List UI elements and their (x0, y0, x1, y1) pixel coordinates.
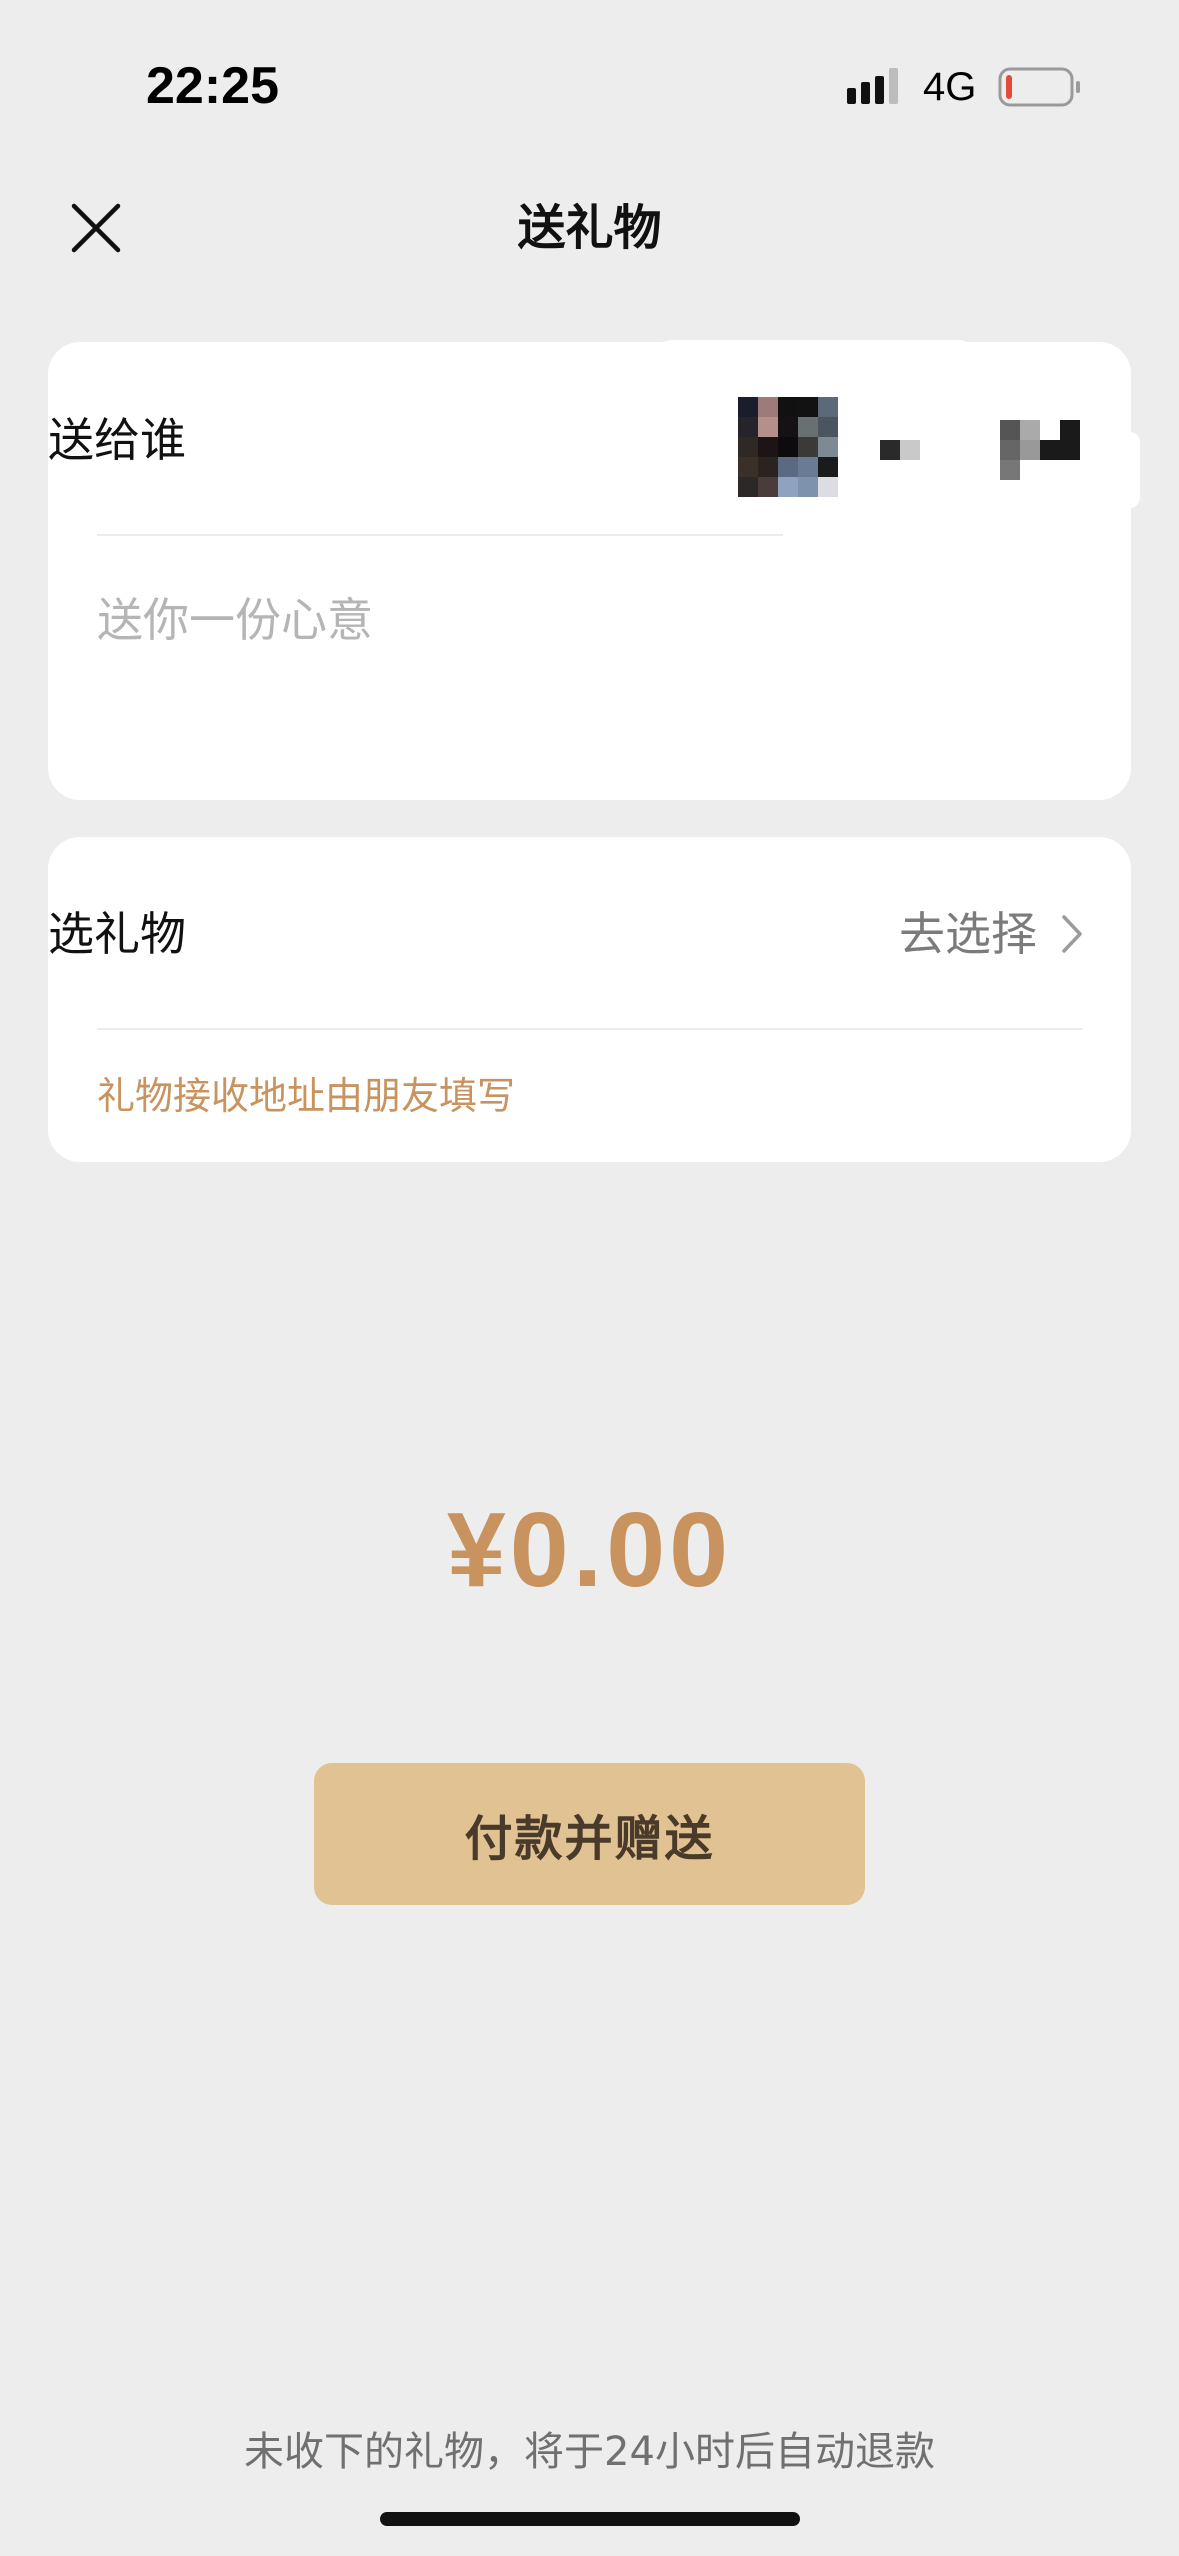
chevron-right-icon (1062, 915, 1082, 953)
choose-gift-label: 去选择 (899, 907, 1037, 961)
signal-icon (847, 68, 898, 104)
network-type: 4G (923, 65, 977, 109)
recipient-name (880, 440, 920, 460)
overlay-blob (1100, 432, 1140, 508)
recipient-avatar[interactable] (738, 397, 838, 497)
amount: ¥0.00 (446, 1491, 733, 1609)
gift-label: 选礼物 (48, 907, 186, 961)
home-indicator[interactable] (380, 2512, 800, 2526)
overlay-blob (650, 340, 980, 362)
divider (97, 534, 783, 536)
battery-icon (998, 67, 1080, 107)
recipient-name (1000, 420, 1080, 480)
recipient-label: 送给谁 (48, 413, 186, 467)
refund-note: 未收下的礼物，将于24小时后自动退款 (244, 2429, 935, 2475)
pay-and-send-button[interactable]: 付款并赠送 (314, 1763, 865, 1905)
recipient-card (48, 342, 1131, 800)
choose-gift-button[interactable]: 去选择 (899, 904, 1083, 964)
message-input[interactable] (97, 580, 1077, 660)
divider (97, 1028, 1083, 1030)
address-note: 礼物接收地址由朋友填写 (97, 1074, 516, 1118)
status-time: 22:25 (146, 57, 279, 115)
page-title: 送礼物 (517, 200, 662, 256)
